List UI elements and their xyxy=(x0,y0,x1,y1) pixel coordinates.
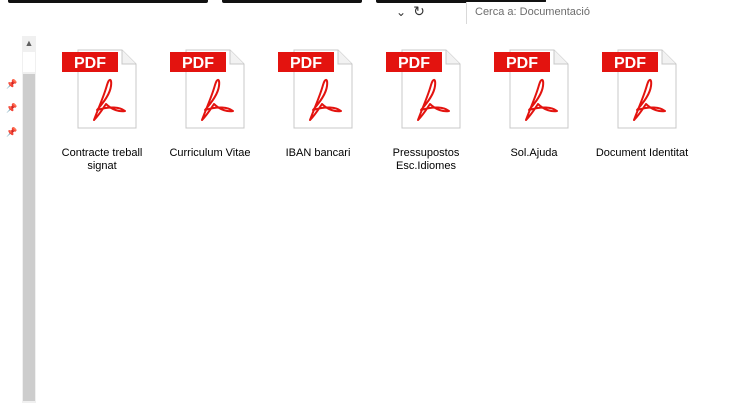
file-name: Contracte treball signat xyxy=(61,147,143,172)
search-input[interactable] xyxy=(475,2,725,22)
svg-text:PDF: PDF xyxy=(506,55,538,72)
file-item[interactable]: PDF Pressupostos Esc.Idiomes xyxy=(374,40,478,172)
scroll-thumb[interactable] xyxy=(23,52,35,72)
file-name: Pressupostos Esc.Idiomes xyxy=(392,147,460,172)
file-item[interactable]: PDF Contracte treball signat xyxy=(50,40,154,172)
chevron-down-icon[interactable]: ⌄ xyxy=(394,4,408,20)
file-item[interactable]: PDF Sol.Ajuda xyxy=(482,40,586,170)
svg-text:PDF: PDF xyxy=(74,55,106,72)
svg-text:PDF: PDF xyxy=(290,55,322,72)
pdf-file-icon: PDF xyxy=(278,49,353,129)
pdf-file-icon: PDF xyxy=(602,49,677,129)
file-name: Curriculum Vitae xyxy=(169,147,251,159)
refresh-icon[interactable]: ↻ xyxy=(411,3,427,19)
svg-text:PDF: PDF xyxy=(614,55,646,72)
file-list: PDF Contracte treball signat PDF Curricu… xyxy=(50,28,742,403)
scroll-up-arrow-icon[interactable]: ▲ xyxy=(22,36,36,50)
file-item[interactable]: PDF Curriculum Vitae xyxy=(158,40,262,170)
pdf-file-icon: PDF xyxy=(170,49,245,129)
pdf-file-icon: PDF xyxy=(386,49,461,129)
file-item[interactable]: PDF IBAN bancari xyxy=(266,40,370,170)
svg-text:PDF: PDF xyxy=(398,55,430,72)
pdf-file-icon: PDF xyxy=(494,49,569,129)
pin-icon[interactable]: 📌 xyxy=(6,79,17,89)
file-name: Document Identitat xyxy=(595,147,689,159)
pdf-file-icon: PDF xyxy=(62,49,137,129)
svg-text:PDF: PDF xyxy=(182,55,214,72)
pin-icon[interactable]: 📌 xyxy=(6,127,17,137)
address-bar: ⌄ ↻ xyxy=(0,0,742,28)
file-name: IBAN bancari xyxy=(285,147,351,159)
pin-icon[interactable]: 📌 xyxy=(6,103,17,113)
navigation-pane: 📌 📌 📌 ▲ xyxy=(0,28,42,403)
file-name: Sol.Ajuda xyxy=(510,147,558,159)
vertical-scrollbar[interactable]: ▲ xyxy=(22,36,36,403)
scroll-track[interactable] xyxy=(23,74,35,401)
search-box[interactable] xyxy=(466,2,742,24)
file-item[interactable]: PDF Document Identitat xyxy=(590,40,694,170)
